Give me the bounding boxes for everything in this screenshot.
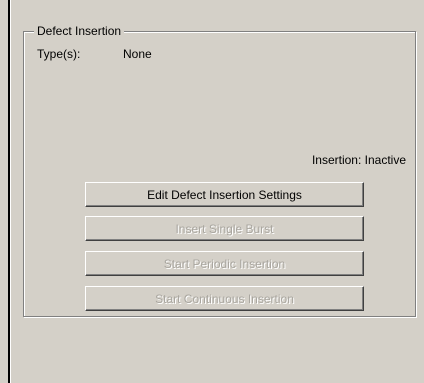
edit-defect-insertion-settings-button[interactable]: Edit Defect Insertion Settings [85, 182, 364, 207]
insertion-status-label: Insertion: [311, 153, 362, 167]
start-continuous-insertion-button[interactable]: Start Continuous Insertion [85, 286, 364, 311]
types-value: None [123, 47, 152, 61]
panel-left-border-highlight [10, 0, 11, 383]
start-periodic-insertion-button[interactable]: Start Periodic Insertion [85, 251, 364, 276]
groupbox-title: Defect Insertion [34, 24, 125, 38]
insertion-status-value: Inactive [364, 153, 406, 167]
types-label: Type(s): [37, 47, 81, 61]
insert-single-burst-button[interactable]: Insert Single Burst [85, 216, 364, 241]
insertion-status: Insertion: Inactive [312, 153, 406, 167]
